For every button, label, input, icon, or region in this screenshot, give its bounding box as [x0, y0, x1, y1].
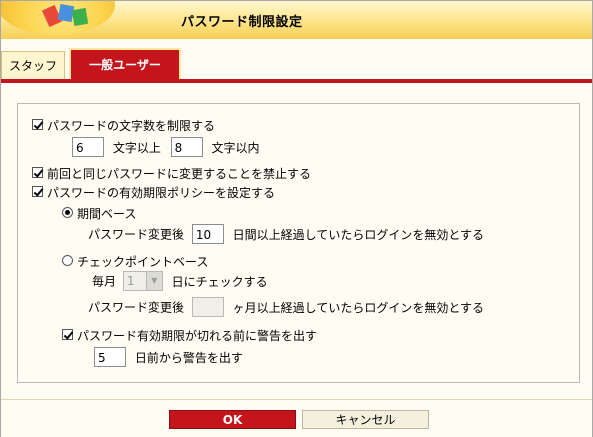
- reuse-row: 前回と同じパスワードに変更することを禁止する: [32, 165, 311, 182]
- checkpoint-row: チェックポイントベース: [62, 253, 208, 270]
- check-day-suffix: 日にチェックする: [171, 274, 268, 289]
- tab-underline: [1, 79, 592, 83]
- settings-panel: パスワードの文字数を制限する 6 文字以上 8 文字以内 前回と同じパスワードに…: [17, 103, 580, 383]
- check-day-select[interactable]: 1 ▼: [122, 271, 163, 291]
- period-label: 期間ベース: [77, 207, 137, 221]
- period-days-input[interactable]: 10: [191, 224, 224, 244]
- tab-general-users[interactable]: 一般ユーザー: [69, 48, 181, 79]
- warning-days-input[interactable]: 5: [94, 347, 126, 367]
- expiry-checkbox[interactable]: [32, 186, 43, 197]
- checkpoint-label: チェックポイントベース: [77, 255, 209, 269]
- period-suffix: 日間以上経過していたらログインを無効とする: [232, 227, 484, 242]
- checkpoint-day-row: 毎月 1 ▼ 日にチェックする: [92, 271, 268, 291]
- period-radio[interactable]: [62, 207, 73, 218]
- period-days-row: パスワード変更後 10 日間以上経過していたらログインを無効とする: [88, 224, 484, 244]
- length-limit-row: パスワードの文字数を制限する: [32, 117, 215, 134]
- checkpoint-months-row: パスワード変更後 ヶ月以上経過していたらログインを無効とする: [88, 297, 484, 317]
- checkpoint-months-input[interactable]: [191, 297, 224, 317]
- monthly-prefix: 毎月: [92, 274, 117, 289]
- length-limit-label: パスワードの文字数を制限する: [47, 119, 216, 133]
- reuse-checkbox[interactable]: [32, 167, 43, 178]
- max-length-input[interactable]: 8: [170, 137, 203, 157]
- chevron-down-icon: ▼: [145, 272, 162, 290]
- max-length-suffix: 文字以内: [211, 140, 260, 155]
- app-logo: [1, 1, 115, 35]
- period-prefix: パスワード変更後: [88, 227, 185, 242]
- tab-bar: スタッフ 一般ユーザー: [1, 45, 592, 81]
- title-bar: パスワード制限設定: [1, 1, 592, 39]
- warning-label: パスワード有効期限が切れる前に警告を出す: [77, 329, 318, 343]
- check-day-value: 1: [126, 274, 135, 288]
- dialog-window: パスワード制限設定 スタッフ 一般ユーザー パスワードの文字数を制限する 6 文…: [0, 0, 593, 437]
- length-range-row: 6 文字以上 8 文字以内: [72, 137, 260, 157]
- checkpoint-suffix: ヶ月以上経過していたらログインを無効とする: [232, 300, 484, 315]
- button-bar: OK キャンセル: [1, 399, 592, 437]
- reuse-label: 前回と同じパスワードに変更することを禁止する: [47, 167, 312, 181]
- length-limit-checkbox[interactable]: [32, 119, 43, 130]
- warning-checkbox[interactable]: [62, 329, 73, 340]
- warning-suffix: 日前から警告を出す: [134, 350, 243, 365]
- cancel-button[interactable]: キャンセル: [302, 410, 429, 429]
- checkpoint-prefix: パスワード変更後: [88, 300, 185, 315]
- min-length-suffix: 文字以上: [112, 140, 161, 155]
- ok-button[interactable]: OK: [169, 410, 296, 429]
- min-length-input[interactable]: 6: [72, 137, 104, 157]
- warning-row: パスワード有効期限が切れる前に警告を出す: [62, 327, 317, 344]
- tab-staff[interactable]: スタッフ: [1, 51, 65, 79]
- expiry-label: パスワードの有効期限ポリシーを設定する: [47, 186, 276, 200]
- warning-days-row: 5 日前から警告を出す: [94, 347, 243, 367]
- expiry-row: パスワードの有効期限ポリシーを設定する: [32, 184, 275, 201]
- period-row: 期間ベース: [62, 205, 136, 222]
- checkpoint-radio[interactable]: [62, 255, 73, 266]
- window-title: パスワード制限設定: [181, 15, 303, 30]
